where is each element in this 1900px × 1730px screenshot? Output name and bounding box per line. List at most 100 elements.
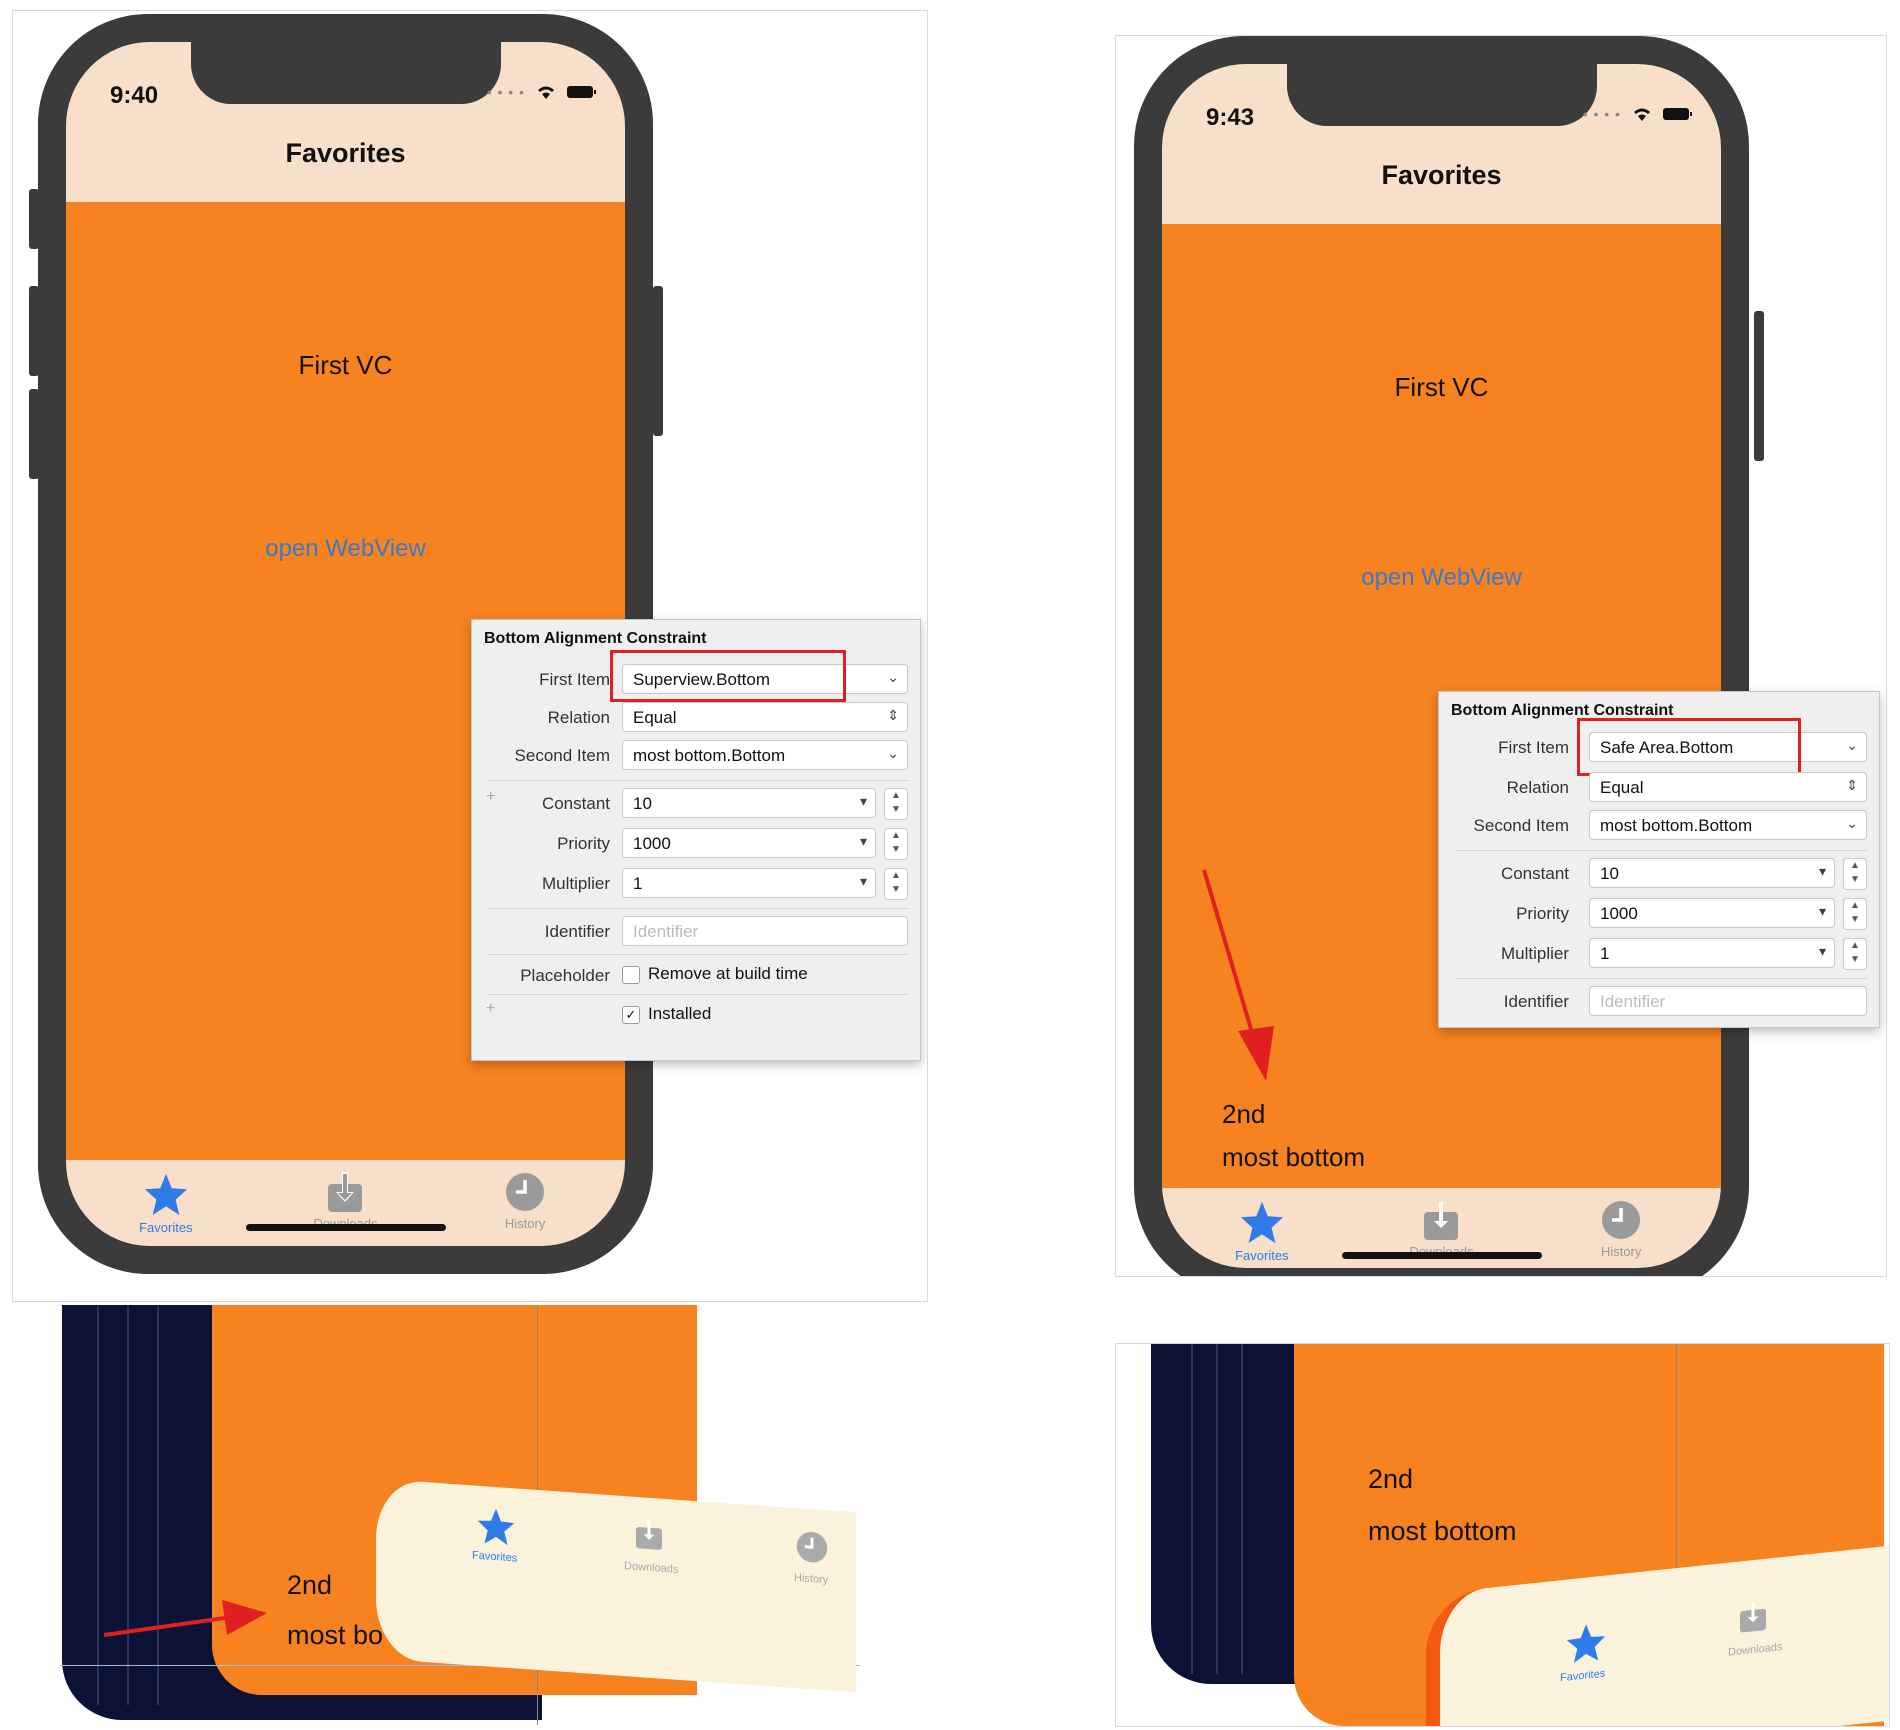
chevron-down-icon: ⌄: [887, 745, 899, 761]
multiplier-stepper[interactable]: ▲ ▼: [1843, 938, 1867, 970]
constant-row: + Constant 10 ▾ ▲ ▼: [472, 788, 920, 820]
multiplier-stepper[interactable]: ▲ ▼: [884, 868, 908, 900]
identifier-row: Identifier Identifier: [1439, 986, 1879, 1016]
second-item-row: Second Item most bottom.Bottom ⌄: [1439, 810, 1879, 840]
priority-field[interactable]: 1000 ▾: [1589, 898, 1835, 928]
multiplier-label: Multiplier: [541, 874, 610, 893]
dropdown-arrow-icon: ▾: [859, 793, 867, 809]
multiplier-field[interactable]: 1 ▾: [622, 868, 876, 898]
star-icon: [1566, 1624, 1606, 1664]
star-icon: [477, 1508, 515, 1546]
wifi-icon: [1634, 108, 1650, 121]
identifier-input[interactable]: Identifier: [622, 916, 908, 946]
power-button: [653, 286, 663, 436]
signal-icon: • • • •: [1582, 106, 1621, 122]
identifier-row: Identifier Identifier: [472, 916, 920, 946]
identifier-placeholder: Identifier: [633, 922, 699, 941]
first-vc-label: First VC: [298, 350, 393, 380]
plus-icon[interactable]: +: [486, 1000, 495, 1018]
divider: [488, 780, 908, 781]
notch: [1286, 64, 1597, 126]
second-label: 2nd: [1368, 1464, 1414, 1494]
battery-icon: [1663, 108, 1692, 120]
notch: [190, 42, 501, 104]
second-item-select[interactable]: most bottom.Bottom ⌄: [622, 740, 908, 770]
layer-edge: [1191, 1344, 1193, 1674]
dropdown-arrow-icon: ▾: [1818, 943, 1826, 959]
right-view-debugger-panel: 2nd most bottom Favorites Downloads: [1115, 1343, 1890, 1727]
identifier-input[interactable]: Identifier: [1589, 986, 1867, 1016]
relation-label: Relation: [547, 708, 610, 727]
dropdown-arrow-icon: ▾: [1818, 903, 1826, 919]
constant-field[interactable]: 10 ▾: [1589, 858, 1835, 888]
first-item-highlight: [610, 650, 846, 702]
star-icon: [144, 1173, 187, 1216]
relation-row: Relation Equal ⇕: [1439, 772, 1879, 802]
home-indicator: [1341, 1252, 1542, 1259]
multiplier-field[interactable]: 1 ▾: [1589, 938, 1835, 968]
first-vc-label: First VC: [1394, 372, 1489, 402]
open-webview-button[interactable]: open WebView: [1162, 564, 1721, 592]
priority-stepper[interactable]: ▲ ▼: [884, 828, 908, 860]
clock-icon: [1602, 1201, 1641, 1239]
plus-icon[interactable]: +: [486, 788, 495, 806]
first-item-label: First Item: [539, 670, 610, 689]
wifi-icon: [538, 86, 554, 99]
divider: [488, 994, 908, 995]
download-icon: [636, 1519, 662, 1550]
placeholder-row: Placeholder Remove at build time: [472, 960, 920, 990]
second-item-row: Second Item most bottom.Bottom ⌄: [472, 740, 920, 770]
clock-icon: [506, 1173, 545, 1211]
second-item-select[interactable]: most bottom.Bottom ⌄: [1589, 810, 1867, 840]
inspector-title: Bottom Alignment Constraint: [484, 630, 707, 647]
battery-icon: [567, 86, 596, 98]
tab-downloads-label: Downloads: [1728, 1640, 1783, 1659]
tab-label: Favorites: [139, 1220, 193, 1235]
red-arrow-icon: [1202, 869, 1274, 1081]
constraint-inspector: Bottom Alignment Constraint First Item S…: [471, 619, 921, 1061]
multiplier-value: 1: [633, 874, 643, 893]
tab-history[interactable]: History: [1541, 1200, 1701, 1263]
layer-edge: [97, 1305, 99, 1705]
divider: [488, 954, 908, 955]
priority-label: Priority: [557, 834, 610, 853]
second-label: 2nd: [287, 1570, 333, 1600]
relation-select[interactable]: Equal ⇕: [1589, 772, 1867, 802]
layer-edge: [1241, 1344, 1243, 1674]
multiplier-label: Multiplier: [1500, 944, 1569, 963]
dropdown-arrow-icon: ▾: [859, 833, 867, 849]
priority-label: Priority: [1516, 904, 1569, 923]
divider: [1455, 850, 1867, 851]
constant-stepper[interactable]: ▲ ▼: [1843, 858, 1867, 890]
constant-value: 10: [1600, 864, 1619, 883]
most-bottom-label: most bottom: [1222, 1142, 1366, 1172]
tab-history[interactable]: History: [445, 1172, 605, 1235]
installed-checkbox[interactable]: ✓ Installed: [622, 1004, 711, 1024]
tab-favorites[interactable]: Favorites: [86, 1172, 246, 1235]
open-webview-button[interactable]: open WebView: [66, 535, 625, 563]
relation-value: Equal: [633, 708, 677, 727]
priority-stepper[interactable]: ▲ ▼: [1843, 898, 1867, 930]
checkbox-checked-icon: ✓: [622, 1005, 640, 1024]
nav-title: Favorites: [1381, 160, 1502, 190]
identifier-label: Identifier: [544, 922, 610, 941]
second-item-value: most bottom.Bottom: [633, 746, 786, 765]
installed-row: + ✓ Installed: [472, 1000, 920, 1030]
tab-favorites[interactable]: Favorites: [1182, 1200, 1342, 1263]
constant-row: Constant 10 ▾ ▲ ▼: [1439, 858, 1879, 890]
constant-label: Constant: [541, 794, 610, 813]
identifier-label: Identifier: [1503, 992, 1569, 1011]
priority-value: 1000: [633, 834, 671, 853]
chevron-down-icon: ⌄: [887, 669, 899, 685]
updown-icon: ⇕: [1846, 777, 1858, 793]
status-icons: • • • •: [1583, 106, 1693, 122]
download-icon: [1424, 1202, 1459, 1240]
left-simulator-panel: 9:40 • • • • Favorites First VC open Web…: [12, 10, 928, 1302]
constant-field[interactable]: 10 ▾: [622, 788, 876, 818]
most-bottom-label: most bottom: [1368, 1516, 1517, 1546]
constant-stepper[interactable]: ▲ ▼: [884, 788, 908, 820]
tab-label: History: [1600, 1244, 1642, 1259]
relation-select[interactable]: Equal ⇕: [622, 702, 908, 732]
remove-at-build-time-checkbox[interactable]: Remove at build time: [622, 964, 808, 984]
priority-field[interactable]: 1000 ▾: [622, 828, 876, 858]
